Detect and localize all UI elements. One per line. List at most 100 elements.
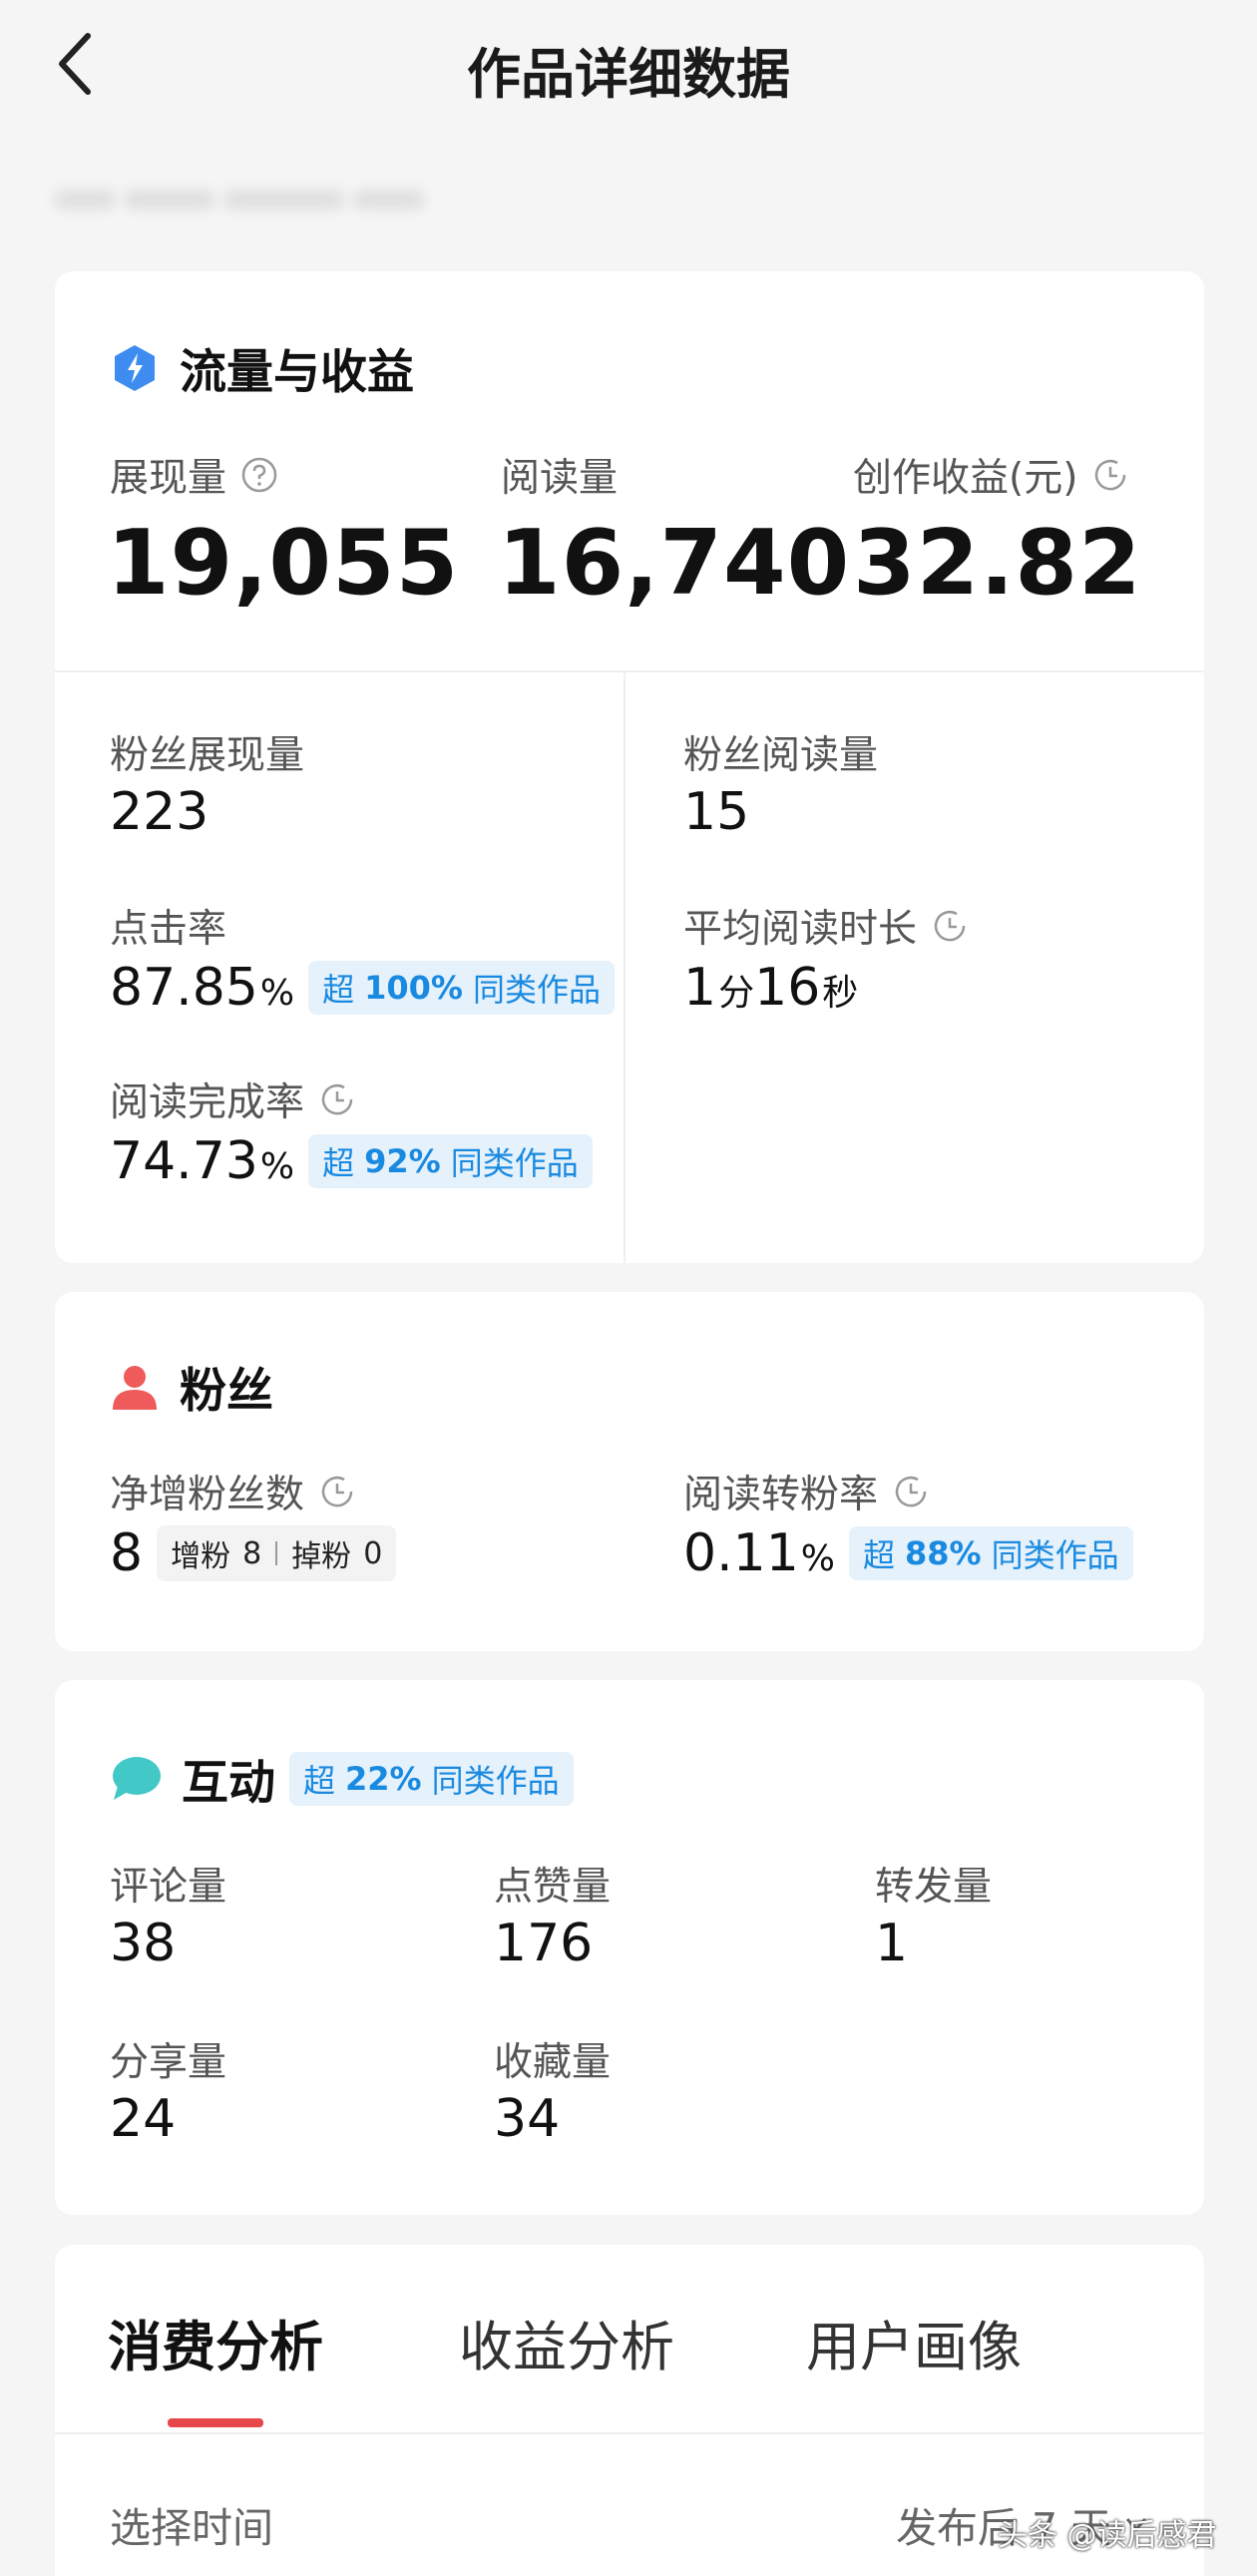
clock-icon bbox=[934, 910, 966, 942]
person-icon bbox=[113, 1365, 157, 1410]
badge-prefix: 超 bbox=[322, 971, 355, 1009]
badge-prefix: 超 bbox=[863, 1536, 896, 1574]
completion-compare-badge: 超 92% 同类作品 bbox=[308, 1134, 593, 1188]
shares-value: 24 bbox=[110, 2089, 176, 2149]
fan-reads-number: 15 bbox=[683, 782, 750, 842]
completion-unit: % bbox=[259, 1146, 295, 1187]
favorites-value: 34 bbox=[494, 2089, 560, 2149]
interaction-compare-badge: 超 22% 同类作品 bbox=[289, 1751, 574, 1806]
comments-value: 38 bbox=[110, 1914, 176, 1973]
divider bbox=[55, 2432, 1204, 2434]
tab-user-profile[interactable]: 用户画像 bbox=[806, 2303, 1022, 2381]
completion-value: 74.73% 超 92% 同类作品 bbox=[110, 1131, 593, 1191]
fan-impressions-label: 粉丝展现量 bbox=[110, 733, 305, 778]
badge-prefix: 超 bbox=[322, 1144, 355, 1182]
page: 作品详细数据 流量与收益 展现量 19,055 阅读量 16,740 创作收益(… bbox=[0, 0, 1257, 2576]
fan-impressions-value: 223 bbox=[110, 782, 209, 842]
ctr-value: 87.85% 超 100% 同类作品 bbox=[110, 958, 615, 1018]
badge-suffix: 同类作品 bbox=[450, 1144, 579, 1182]
badge-suffix: 同类作品 bbox=[991, 1536, 1119, 1574]
tab-earnings-analysis[interactable]: 收益分析 bbox=[459, 2303, 674, 2381]
avg-read-time-label: 平均阅读时长 bbox=[683, 898, 969, 954]
shares-label: 分享量 bbox=[110, 2040, 227, 2085]
badge-percent: 88% bbox=[905, 1534, 982, 1572]
net-fans-value: 8 增粉 8 掉粉 0 bbox=[110, 1523, 397, 1583]
ctr-label: 点击率 bbox=[110, 907, 227, 952]
tab-consumption-analysis[interactable]: 消费分析 bbox=[108, 2303, 323, 2381]
avg-read-time-seconds: 16 bbox=[754, 958, 821, 1018]
avg-read-time-minutes: 1 bbox=[683, 958, 717, 1018]
active-tab-indicator bbox=[168, 2418, 263, 2427]
conversion-unit: % bbox=[800, 1538, 835, 1579]
net-fans-label: 净增粉丝数 bbox=[110, 1464, 356, 1519]
reads-label: 阅读量 bbox=[501, 447, 618, 503]
avg-read-time-value: 1 分 16 秒 bbox=[683, 958, 858, 1018]
second-unit: 秒 bbox=[822, 973, 859, 1014]
traffic-section-title: 流量与收益 bbox=[180, 345, 414, 400]
header: 作品详细数据 bbox=[0, 0, 1257, 140]
divider bbox=[275, 1541, 278, 1565]
favorites-number: 34 bbox=[494, 2089, 561, 2149]
reads-label-text: 阅读量 bbox=[501, 456, 619, 501]
traffic-section-header: 流量与收益 bbox=[110, 333, 414, 402]
likes-number: 176 bbox=[494, 1914, 594, 1973]
reads-value: 16,740 bbox=[498, 511, 851, 616]
interaction-card: 互动 超 22% 同类作品 评论量 38 点赞量 176 转发量 1 分享量 24 … bbox=[55, 1680, 1204, 2215]
chat-bubble-icon bbox=[113, 1756, 161, 1800]
time-filter-label: 选择时间 bbox=[110, 2504, 273, 2552]
net-fans-number: 8 bbox=[110, 1523, 144, 1583]
conversion-label-text: 阅读转粉率 bbox=[683, 1473, 879, 1517]
divider bbox=[624, 670, 626, 1263]
conversion-number: 0.11 bbox=[683, 1523, 799, 1583]
badge-suffix: 同类作品 bbox=[431, 1761, 560, 1800]
loss-label: 掉粉 bbox=[291, 1539, 352, 1574]
earnings-label: 创作收益(元) bbox=[853, 447, 1129, 503]
fans-gain-loss-detail: 增粉 8 掉粉 0 bbox=[157, 1525, 397, 1581]
impressions-label-text: 展现量 bbox=[110, 456, 227, 501]
minute-unit: 分 bbox=[718, 973, 755, 1014]
interaction-section-header: 互动 超 22% 同类作品 bbox=[110, 1744, 574, 1813]
help-icon[interactable] bbox=[240, 456, 278, 494]
conversion-value: 0.11% 超 88% 同类作品 bbox=[683, 1523, 1133, 1583]
ctr-unit: % bbox=[259, 973, 295, 1014]
conversion-compare-badge: 超 88% 同类作品 bbox=[849, 1526, 1133, 1580]
watermark: 头条 @读后感君 bbox=[998, 2518, 1217, 2553]
comments-label: 评论量 bbox=[110, 1865, 227, 1910]
blurred-article-title bbox=[55, 190, 434, 239]
clock-icon bbox=[1095, 459, 1126, 491]
lightning-shield-icon bbox=[115, 344, 155, 391]
interaction-section-title: 互动 bbox=[182, 1756, 275, 1811]
clock-icon bbox=[321, 1476, 353, 1507]
likes-value: 176 bbox=[494, 1914, 593, 1973]
impressions-value: 19,055 bbox=[107, 511, 460, 616]
favorites-label: 收藏量 bbox=[494, 2040, 612, 2085]
reposts-number: 1 bbox=[875, 1914, 909, 1973]
gain-label: 增粉 bbox=[171, 1539, 231, 1574]
net-fans-label-text: 净增粉丝数 bbox=[110, 1473, 305, 1517]
badge-percent: 22% bbox=[345, 1759, 422, 1798]
loss-value: 0 bbox=[363, 1535, 383, 1571]
fans-section-header: 粉丝 bbox=[110, 1352, 273, 1421]
badge-suffix: 同类作品 bbox=[472, 971, 601, 1009]
completion-label-text: 阅读完成率 bbox=[110, 1080, 305, 1125]
avg-read-time-label-text: 平均阅读时长 bbox=[683, 907, 918, 952]
ctr-number: 87.85 bbox=[110, 958, 258, 1018]
fans-section-title: 粉丝 bbox=[180, 1364, 273, 1419]
completion-label: 阅读完成率 bbox=[110, 1072, 356, 1127]
reposts-label: 转发量 bbox=[875, 1865, 993, 1910]
impressions-label: 展现量 bbox=[110, 447, 278, 503]
reposts-value: 1 bbox=[875, 1914, 908, 1973]
badge-prefix: 超 bbox=[303, 1761, 336, 1800]
clock-icon bbox=[895, 1476, 927, 1507]
ctr-compare-badge: 超 100% 同类作品 bbox=[308, 961, 615, 1015]
badge-percent: 92% bbox=[364, 1142, 441, 1180]
clock-icon bbox=[321, 1083, 353, 1115]
earnings-label-text: 创作收益(元) bbox=[853, 456, 1078, 501]
traffic-card: 流量与收益 展现量 19,055 阅读量 16,740 创作收益(元) 32.8… bbox=[55, 271, 1204, 1263]
fans-card: 粉丝 净增粉丝数 8 增粉 8 掉粉 0 阅读转粉率 0.11% 超 88% 同… bbox=[55, 1292, 1204, 1651]
fan-reads-label: 粉丝阅读量 bbox=[683, 733, 879, 778]
page-title: 作品详细数据 bbox=[467, 43, 790, 106]
completion-number: 74.73 bbox=[110, 1131, 258, 1191]
fan-impressions-number: 223 bbox=[110, 782, 210, 842]
earnings-value: 32.82 bbox=[853, 511, 1142, 616]
